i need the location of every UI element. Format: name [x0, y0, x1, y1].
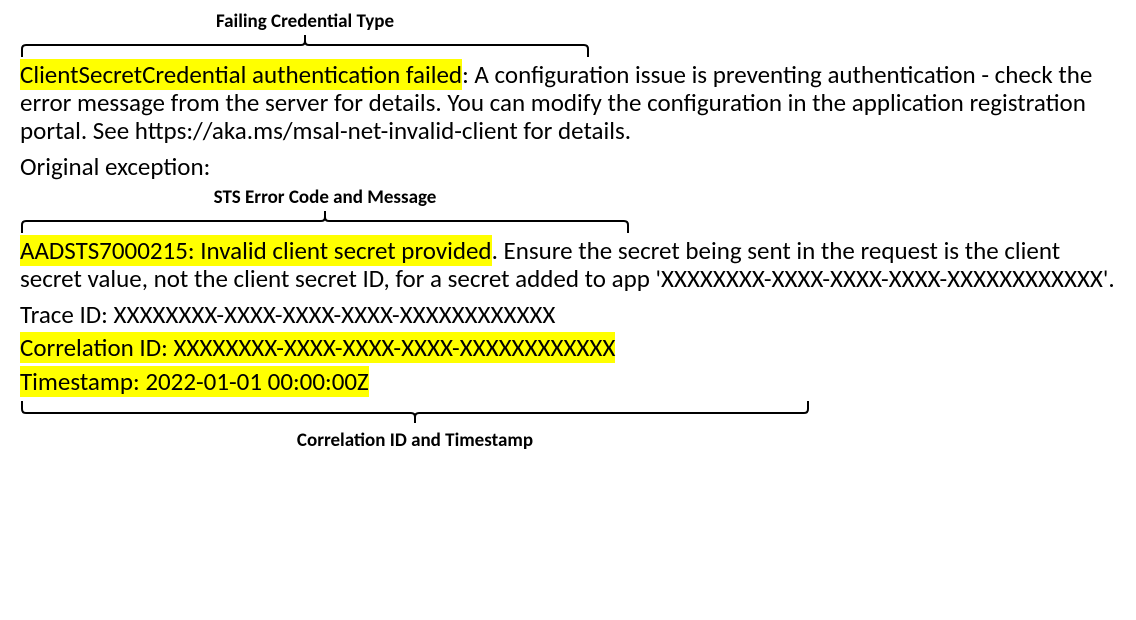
trace-id-line: Trace ID: XXXXXXXX-XXXX-XXXX-XXXX-XXXXXX… [20, 299, 1116, 330]
bracket-credential-type [20, 33, 590, 59]
sts-error-highlight: AADSTS7000215: Invalid client secret pro… [20, 235, 492, 266]
error-header-line: ClientSecretCredential authentication fa… [20, 61, 1116, 145]
timestamp-line: Timestamp: 2022-01-01 00:00:00Z [20, 366, 1116, 397]
annotation-sts-error: STS Error Code and Message [20, 186, 630, 209]
bracket-correlation [20, 399, 810, 425]
annotation-credential-type: Failing Credential Type [20, 10, 590, 33]
sts-error-line: AADSTS7000215: Invalid client secret pro… [20, 237, 1116, 293]
error-credential-fail-text: ClientSecretCredential authentication fa… [20, 59, 462, 90]
annotation-correlation: Correlation ID and Timestamp [20, 429, 810, 452]
original-exception-label: Original exception: [20, 151, 1116, 182]
correlation-id-line: Correlation ID: XXXXXXXX-XXXX-XXXX-XXXX-… [20, 332, 1116, 363]
bracket-sts-error [20, 209, 630, 235]
